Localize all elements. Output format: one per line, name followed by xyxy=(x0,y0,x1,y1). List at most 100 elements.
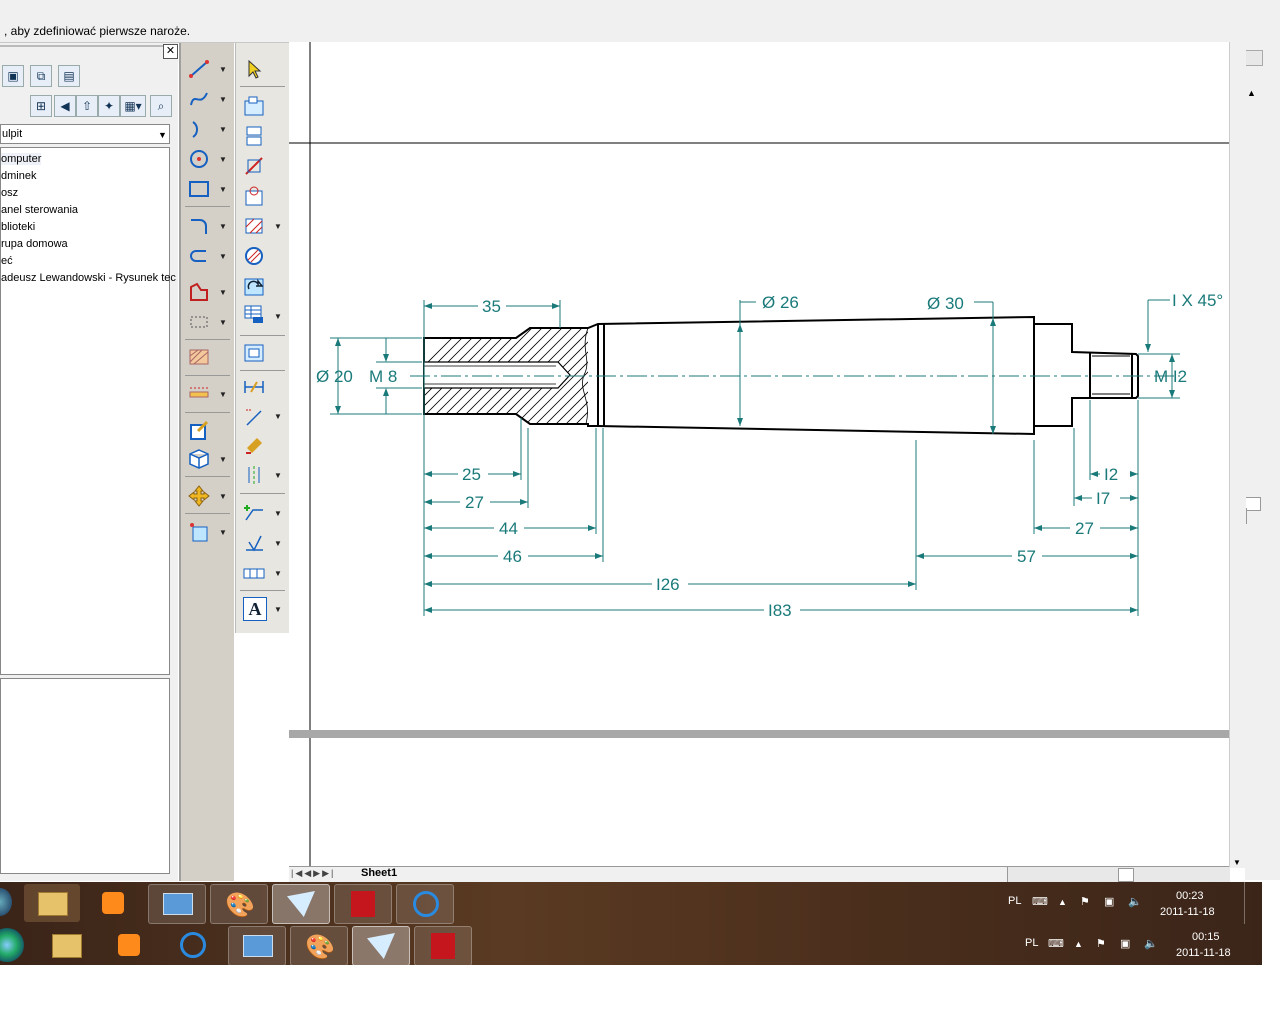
hscroll-thumb[interactable] xyxy=(1118,868,1134,882)
measure-tool-icon[interactable] xyxy=(188,383,210,405)
new-folder-icon[interactable]: ✦ xyxy=(98,95,120,117)
cross-section-icon[interactable] xyxy=(243,245,265,267)
distance-dimension-icon[interactable] xyxy=(243,376,265,398)
update-view-icon[interactable] xyxy=(243,275,265,297)
show-desktop-button[interactable] xyxy=(1244,882,1263,924)
chevron-down-icon[interactable]: ▼ xyxy=(219,455,227,464)
location-combobox[interactable] xyxy=(0,124,170,144)
paint-task-button[interactable]: 🎨 xyxy=(210,884,268,924)
chevron-down-icon[interactable]: ▼ xyxy=(274,471,282,480)
view-icon[interactable]: ▣ xyxy=(2,65,24,87)
splitter[interactable] xyxy=(179,43,181,881)
tree-item-computer[interactable]: omputer xyxy=(1,153,42,165)
polygon-tool-icon[interactable] xyxy=(188,281,210,303)
pattern-tool-icon[interactable] xyxy=(188,311,210,333)
chevron-down-icon[interactable]: ▼ xyxy=(219,222,227,231)
annotation-icon[interactable] xyxy=(243,434,265,456)
back-arrow-icon[interactable]: ◀ xyxy=(54,95,76,117)
chevron-down-icon[interactable]: ▼ xyxy=(274,569,282,578)
chevron-down-icon[interactable]: ▼ xyxy=(274,539,282,548)
drawing-svg[interactable]: 35 Ø 26 Ø 30 I X 45° Ø 20 M 8 M I2 25 27… xyxy=(289,42,1229,868)
tree-item-network[interactable]: eć xyxy=(1,255,13,267)
chevron-down-icon[interactable]: ▼ xyxy=(219,492,227,501)
tree-item-control-panel[interactable]: anel sterowania xyxy=(1,204,78,216)
tree-item-trash[interactable]: osz xyxy=(1,187,18,199)
action-center-icon[interactable]: ⚑ xyxy=(1096,937,1106,950)
curve-tool-icon[interactable] xyxy=(188,88,210,110)
chevron-down-icon[interactable]: ▼ xyxy=(219,185,227,194)
hatch-pattern-icon[interactable] xyxy=(243,215,265,237)
explorer-task-button[interactable] xyxy=(38,926,94,964)
move-icon[interactable] xyxy=(188,485,210,507)
close-icon[interactable]: ✕ xyxy=(163,44,178,59)
cad-task-button[interactable] xyxy=(352,926,410,966)
tree-item-admin[interactable]: dminek xyxy=(1,170,36,182)
tray-expand-icon[interactable]: ▲ xyxy=(1074,939,1083,949)
broken-view-icon[interactable] xyxy=(243,185,265,207)
start-orb-icon[interactable] xyxy=(0,888,12,916)
tolerance-frame-icon[interactable] xyxy=(243,562,265,584)
views-dropdown-icon[interactable]: ▦▾ xyxy=(120,95,146,117)
view-frame-icon[interactable] xyxy=(243,95,265,117)
drawing-canvas[interactable]: 35 Ø 26 Ø 30 I X 45° Ø 20 M 8 M I2 25 27… xyxy=(289,42,1229,868)
up-folder-icon[interactable]: ⇧ xyxy=(76,95,98,117)
fillet-tool-icon[interactable] xyxy=(188,215,210,237)
tree-item-user-folder[interactable]: adeusz Lewandowski - Rysunek tec xyxy=(1,272,176,284)
leader-line-icon[interactable] xyxy=(243,502,265,524)
clock-time[interactable]: 00:23 xyxy=(1176,890,1204,902)
chevron-down-icon[interactable]: ▼ xyxy=(274,509,282,518)
vertical-scrollbar[interactable]: ▼ xyxy=(1229,42,1246,868)
volume-icon[interactable]: 🔈 xyxy=(1144,937,1158,950)
chevron-down-icon[interactable]: ▼ xyxy=(219,318,227,327)
pdf-task-button[interactable] xyxy=(414,926,472,966)
language-indicator[interactable]: PL xyxy=(1025,937,1038,949)
arc-tool-icon[interactable] xyxy=(188,118,210,140)
scroll-thumb[interactable] xyxy=(1245,497,1261,511)
action-center-icon[interactable]: ⚑ xyxy=(1080,895,1090,908)
section-view-icon[interactable] xyxy=(243,125,265,147)
offset-tool-icon[interactable] xyxy=(188,245,210,267)
sheet-tab[interactable]: Sheet1 xyxy=(361,867,397,879)
sheet-nav-arrows[interactable]: |◀◀▶▶| xyxy=(291,868,335,879)
clock-time[interactable]: 00:15 xyxy=(1192,931,1220,943)
media-player-task-button[interactable] xyxy=(86,884,142,922)
detail-view-icon[interactable] xyxy=(243,155,265,177)
volume-icon[interactable]: 🔈 xyxy=(1128,895,1142,908)
scroll-up-icon[interactable]: ▲ xyxy=(1247,88,1256,98)
chevron-down-icon[interactable]: ▼ xyxy=(219,65,227,74)
edit-block-icon[interactable] xyxy=(188,419,210,441)
horizontal-scrollbar[interactable] xyxy=(1007,867,1230,882)
centerline-icon[interactable] xyxy=(243,464,265,486)
paint-task-button[interactable]: 🎨 xyxy=(290,926,348,966)
clock-date[interactable]: 2011-11-18 xyxy=(1160,906,1215,918)
angle-dimension-icon[interactable] xyxy=(243,405,265,427)
chevron-down-icon[interactable]: ▼ xyxy=(219,288,227,297)
chevron-down-icon[interactable]: ▼ xyxy=(274,222,282,231)
language-indicator[interactable]: PL xyxy=(1008,895,1021,907)
keyboard-icon[interactable]: ⌨ xyxy=(1032,895,1048,908)
select-pointer-icon[interactable] xyxy=(243,58,265,80)
list-view-icon[interactable]: ⊞ xyxy=(30,95,52,117)
smart-dimension-icon[interactable] xyxy=(243,341,265,363)
3d-box-icon[interactable] xyxy=(188,448,210,470)
image-viewer-task-button[interactable] xyxy=(228,926,286,966)
insert-image-icon[interactable] xyxy=(188,521,210,543)
network-icon[interactable]: ▣ xyxy=(1104,895,1114,908)
grid-icon[interactable]: ⧉ xyxy=(30,65,52,87)
chevron-down-icon[interactable]: ▼ xyxy=(219,528,227,537)
keyboard-icon[interactable]: ⌨ xyxy=(1048,937,1064,950)
tree-item-homegroup[interactable]: rupa domowa xyxy=(1,238,68,250)
rectangle-tool-icon[interactable] xyxy=(188,178,210,200)
tree-item-libraries[interactable]: blioteki xyxy=(1,221,35,233)
chevron-down-icon[interactable]: ▼ xyxy=(219,95,227,104)
image-viewer-task-button[interactable] xyxy=(148,884,206,924)
browser-task-button[interactable] xyxy=(396,884,454,924)
scroll-down-icon[interactable]: ▼ xyxy=(1233,858,1241,867)
properties-icon[interactable]: ▤ xyxy=(58,65,80,87)
chevron-down-icon[interactable]: ▼ xyxy=(219,252,227,261)
hatch-tool-icon[interactable] xyxy=(188,346,210,368)
chevron-down-icon[interactable]: ▼ xyxy=(274,605,282,614)
text-tool-icon[interactable]: A xyxy=(243,597,267,621)
outer-scroll-button[interactable] xyxy=(1245,50,1263,66)
media-player-task-button[interactable] xyxy=(102,926,158,964)
